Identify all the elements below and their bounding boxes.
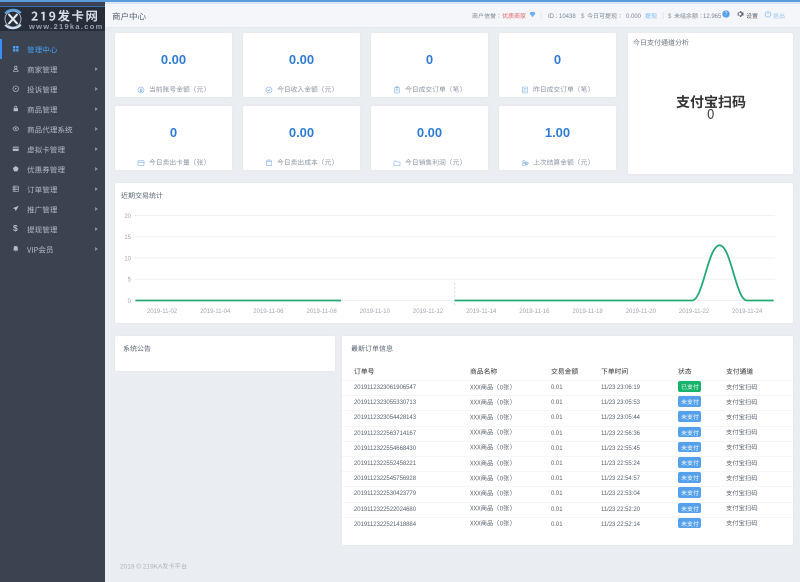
svg-text:2019-11-22: 2019-11-22 bbox=[679, 309, 710, 315]
svg-text:2019-11-04: 2019-11-04 bbox=[200, 309, 231, 315]
svg-text:2019-11-14: 2019-11-14 bbox=[466, 309, 497, 315]
svg-text:2019-11-02: 2019-11-02 bbox=[147, 309, 178, 315]
svg-text:2019-11-18: 2019-11-18 bbox=[572, 309, 603, 315]
svg-text:0: 0 bbox=[128, 299, 132, 305]
svg-text:2019-11-10: 2019-11-10 bbox=[360, 309, 391, 315]
svg-text:10: 10 bbox=[124, 256, 131, 262]
svg-text:2019-11-24: 2019-11-24 bbox=[732, 309, 763, 315]
svg-text:2019-11-08: 2019-11-08 bbox=[306, 309, 337, 315]
svg-text:2019-11-20: 2019-11-20 bbox=[626, 309, 657, 315]
svg-text:5: 5 bbox=[128, 278, 132, 284]
svg-text:2019-11-16: 2019-11-16 bbox=[519, 309, 550, 315]
svg-text:2019-11-12: 2019-11-12 bbox=[413, 309, 444, 315]
svg-text:15: 15 bbox=[124, 235, 131, 241]
svg-text:20: 20 bbox=[124, 214, 131, 220]
svg-text:?: ? bbox=[725, 12, 728, 18]
svg-text:2019-11-06: 2019-11-06 bbox=[253, 309, 284, 315]
